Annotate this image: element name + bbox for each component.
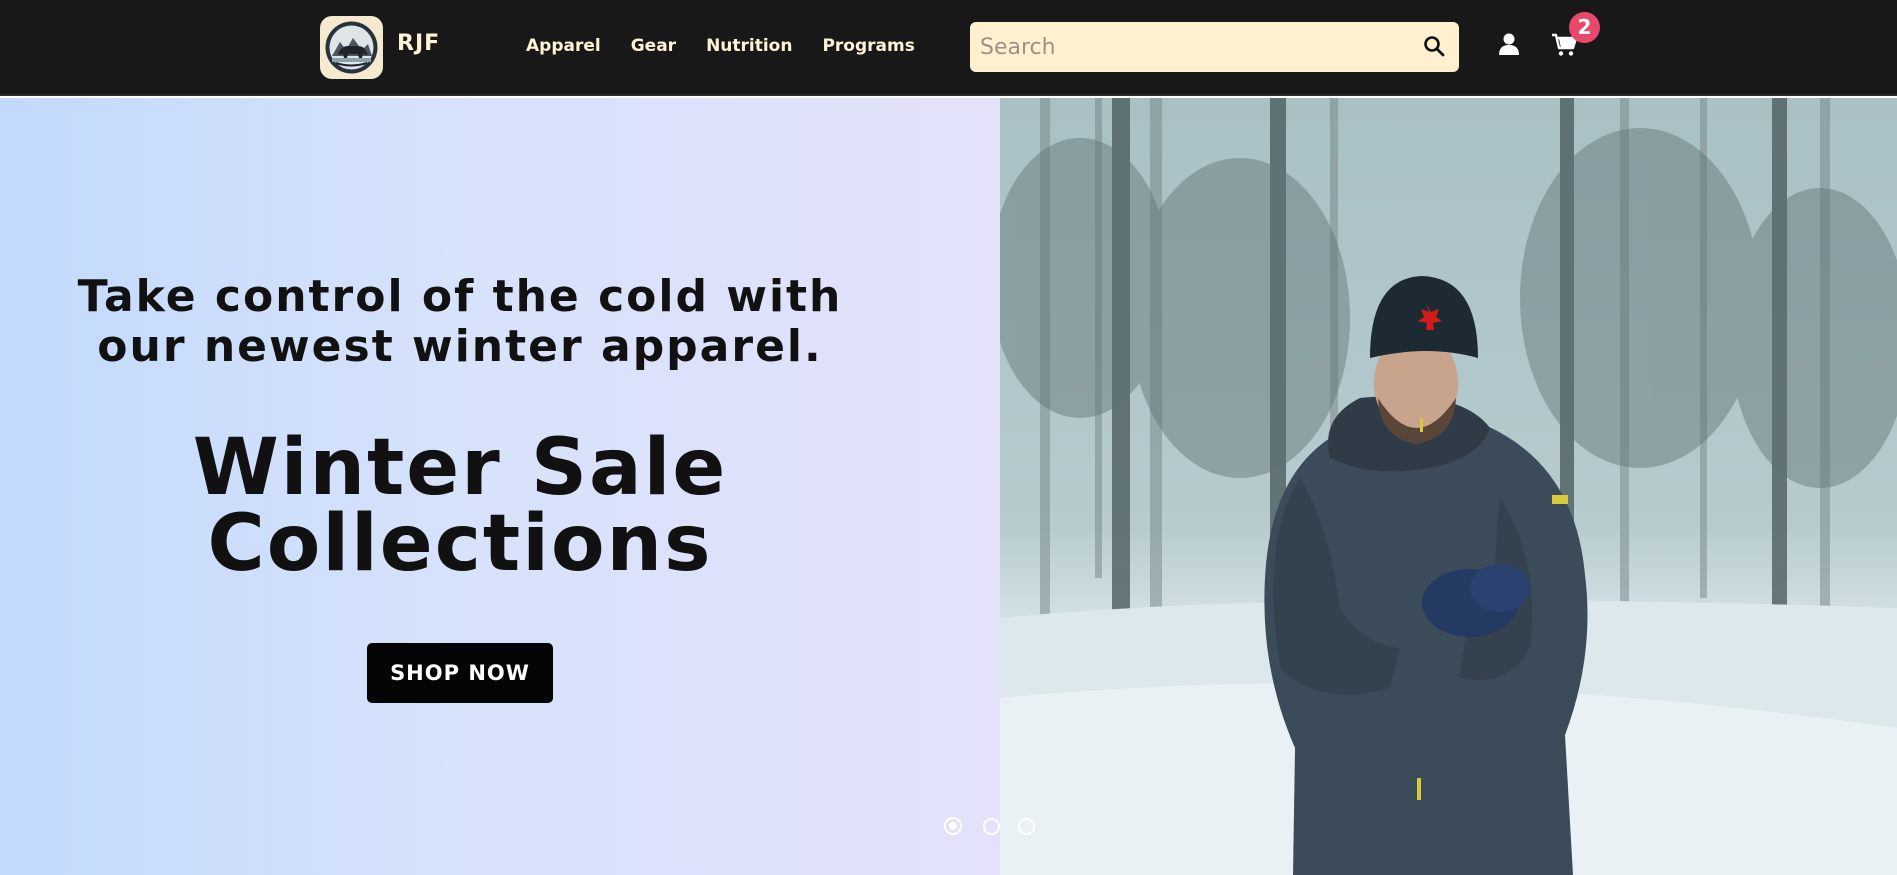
nav-link-apparel[interactable]: Apparel: [526, 36, 601, 56]
main-nav: Apparel Gear Nutrition Programs: [526, 36, 945, 56]
hero-title: Winter Sale Collections: [192, 423, 728, 589]
account-button[interactable]: [1498, 32, 1524, 60]
search-button[interactable]: [1419, 32, 1449, 62]
search-icon: [1424, 35, 1445, 56]
nav-link-nutrition[interactable]: Nutrition: [706, 36, 792, 56]
brand-name[interactable]: RJF: [397, 31, 440, 56]
shop-now-button[interactable]: SHOP NOW: [367, 643, 553, 703]
hero-tagline: Take control of the cold with our newest…: [77, 271, 843, 372]
nav-link-programs[interactable]: Programs: [822, 36, 914, 56]
search-bar: [970, 22, 1459, 72]
carousel-dot-3[interactable]: [1018, 818, 1035, 835]
cart-count-badge: 2: [1569, 12, 1600, 43]
search-input[interactable]: [980, 28, 1400, 66]
hero-photo: [1000, 98, 1897, 875]
user-icon: [1499, 33, 1519, 55]
carousel-dot-1[interactable]: [944, 817, 962, 835]
top-navbar: RJF Apparel Gear Nutrition Programs 2: [0, 0, 1897, 96]
carousel-dot-2[interactable]: [983, 818, 1000, 835]
nav-link-gear[interactable]: Gear: [631, 36, 676, 56]
bear-logo-icon[interactable]: [320, 16, 383, 79]
